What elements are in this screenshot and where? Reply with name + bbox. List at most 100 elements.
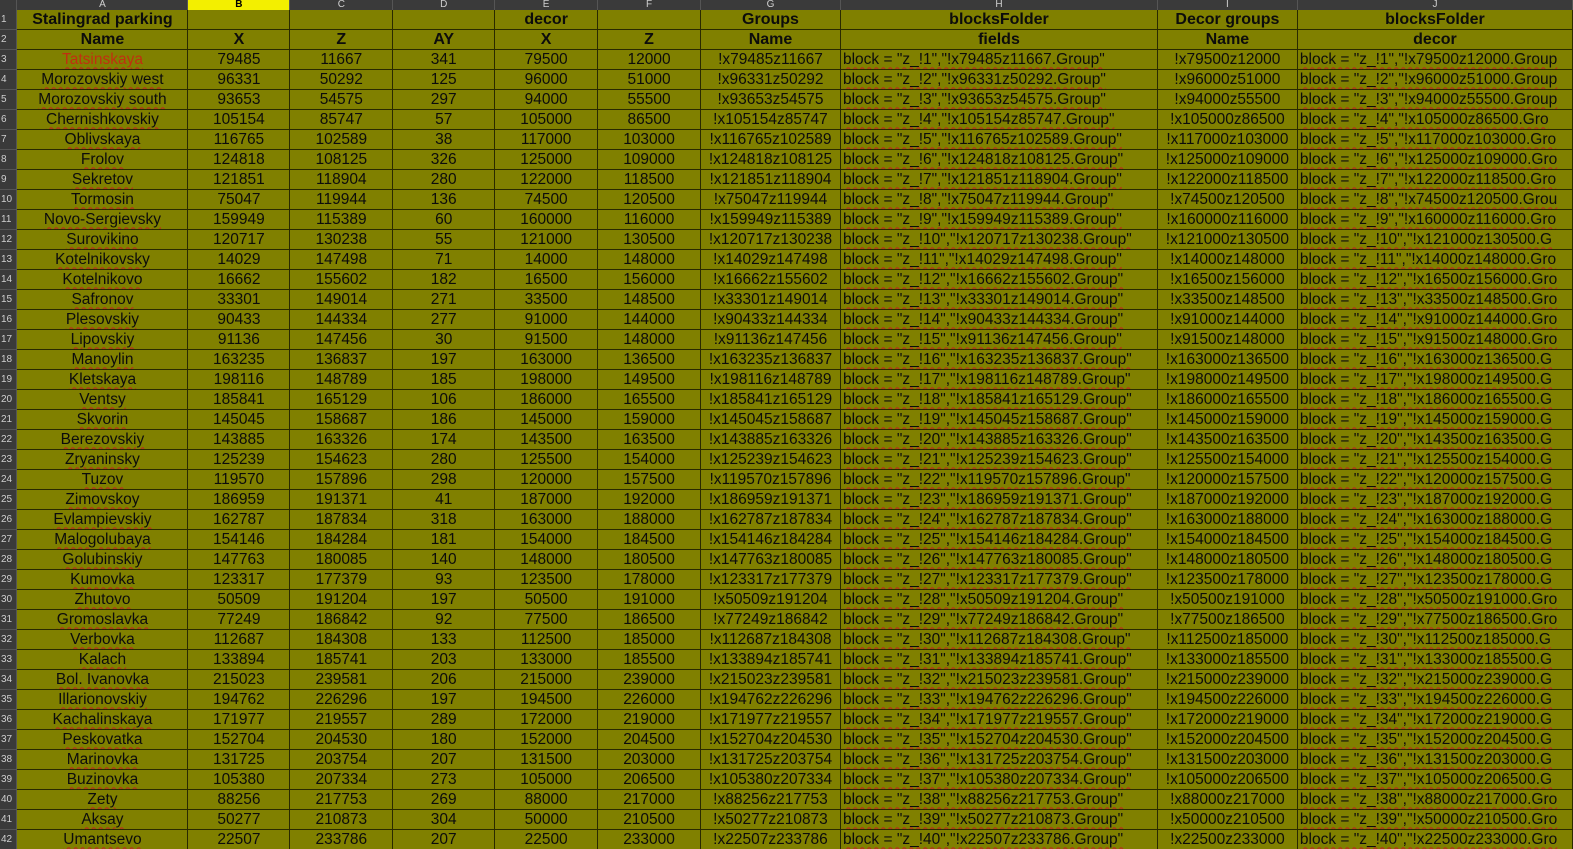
cell-d[interactable]: 341 bbox=[392, 49, 496, 71]
cell-e[interactable]: 172000 bbox=[494, 709, 599, 731]
cell-h[interactable]: block = "z_!8","!x75047z119944.Group" bbox=[840, 189, 1158, 211]
header-cell[interactable]: Name bbox=[700, 29, 841, 51]
cell-e[interactable]: 79500 bbox=[494, 49, 599, 71]
cell-i[interactable]: !x88000z217000 bbox=[1157, 789, 1298, 811]
cell-b[interactable]: 77249 bbox=[187, 609, 291, 631]
cell-g[interactable]: !x171977z219557 bbox=[700, 709, 841, 731]
cell-i[interactable]: !x50500z191000 bbox=[1157, 589, 1298, 611]
cell-b[interactable]: 198116 bbox=[187, 369, 291, 391]
cell-f[interactable]: 12000 bbox=[597, 49, 702, 71]
cell-h[interactable]: block = "z_!32","!x215023z239581.Group" bbox=[840, 669, 1158, 691]
column-header-h[interactable]: H bbox=[840, 0, 1158, 10]
cell-e[interactable]: 120000 bbox=[494, 469, 599, 491]
cell-i[interactable]: !x122000z118500 bbox=[1157, 169, 1298, 191]
cell-c[interactable]: 210873 bbox=[289, 809, 394, 831]
cell-j[interactable]: block = "z_!3","!x94000z55500.Group bbox=[1297, 89, 1573, 111]
cell-b[interactable]: 79485 bbox=[187, 49, 291, 71]
cell-a[interactable]: Tormosin bbox=[16, 189, 189, 211]
cell-h[interactable]: block = "z_!7","!x121851z118904.Group" bbox=[840, 169, 1158, 191]
cell-d[interactable]: 318 bbox=[392, 509, 496, 531]
cell-d[interactable]: 203 bbox=[392, 649, 496, 671]
cell-c[interactable]: 184308 bbox=[289, 629, 394, 651]
cell-b[interactable]: 162787 bbox=[187, 509, 291, 531]
cell-g[interactable]: !x91136z147456 bbox=[700, 329, 841, 351]
cell-e[interactable]: 117000 bbox=[494, 129, 599, 151]
cell-i[interactable]: !x121000z130500 bbox=[1157, 229, 1298, 251]
cell-f[interactable]: 51000 bbox=[597, 69, 702, 91]
cell-a[interactable]: Berezovskiy bbox=[16, 429, 189, 451]
cell-e[interactable]: 163000 bbox=[494, 349, 599, 371]
cell-c[interactable]: 180085 bbox=[289, 549, 394, 571]
cell-j[interactable]: block = "z_!13","!x33500z148500.Gro bbox=[1297, 289, 1573, 311]
cell-b[interactable]: 215023 bbox=[187, 669, 291, 691]
cell-a[interactable]: Verbovka bbox=[16, 629, 189, 651]
cell-g[interactable]: !x123317z177379 bbox=[700, 569, 841, 591]
cell-i[interactable]: !x163000z136500 bbox=[1157, 349, 1298, 371]
cell-h[interactable]: block = "z_!33","!x194762z226296.Group" bbox=[840, 689, 1158, 711]
cell-g[interactable]: !x112687z184308 bbox=[700, 629, 841, 651]
cell-g[interactable]: !x116765z102589 bbox=[700, 129, 841, 151]
header-cell[interactable]: AY bbox=[392, 29, 496, 51]
cell-b[interactable]: 75047 bbox=[187, 189, 291, 211]
cell-d[interactable]: 38 bbox=[392, 129, 496, 151]
row-header[interactable]: 42 bbox=[0, 829, 18, 849]
cell-j[interactable]: block = "z_!12","!x16500z156000.Gro bbox=[1297, 269, 1573, 291]
cell-c[interactable]: 154623 bbox=[289, 449, 394, 471]
cell-g[interactable]: !x90433z144334 bbox=[700, 309, 841, 331]
cell-i[interactable]: !x133000z185500 bbox=[1157, 649, 1298, 671]
cell-b[interactable]: 96331 bbox=[187, 69, 291, 91]
cell-g[interactable]: !x185841z165129 bbox=[700, 389, 841, 411]
row-header[interactable]: 23 bbox=[0, 449, 18, 471]
cell-g[interactable]: !x88256z217753 bbox=[700, 789, 841, 811]
cell-a[interactable]: Bol. Ivanovka bbox=[16, 669, 189, 691]
cell-g[interactable]: !x119570z157896 bbox=[700, 469, 841, 491]
cell-d[interactable]: 304 bbox=[392, 809, 496, 831]
cell-b[interactable]: 93653 bbox=[187, 89, 291, 111]
column-header-j[interactable]: J bbox=[1297, 0, 1573, 10]
cell-i[interactable]: !x105000z206500 bbox=[1157, 769, 1298, 791]
cell-c[interactable]: 217753 bbox=[289, 789, 394, 811]
cell-h[interactable]: block = "z_!37","!x105380z207334.Group" bbox=[840, 769, 1158, 791]
cell-j[interactable]: block = "z_!7","!x122000z118500.Gro bbox=[1297, 169, 1573, 191]
cell-g[interactable]: !x22507z233786 bbox=[700, 829, 841, 849]
row-header[interactable]: 13 bbox=[0, 249, 18, 271]
cell-g[interactable]: !x105154z85747 bbox=[700, 109, 841, 131]
cell-b[interactable]: 171977 bbox=[187, 709, 291, 731]
cell-i[interactable]: !x187000z192000 bbox=[1157, 489, 1298, 511]
cell-b[interactable]: 133894 bbox=[187, 649, 291, 671]
cell-c[interactable]: 144334 bbox=[289, 309, 394, 331]
cell-a[interactable]: Frolov bbox=[16, 149, 189, 171]
cell-e[interactable]: 186000 bbox=[494, 389, 599, 411]
row-header[interactable]: 34 bbox=[0, 669, 18, 691]
cell-e[interactable]: 121000 bbox=[494, 229, 599, 251]
cell-i[interactable]: !x131500z203000 bbox=[1157, 749, 1298, 771]
cell-a[interactable]: Morozovskiy south bbox=[16, 89, 189, 111]
cell-f[interactable]: 130500 bbox=[597, 229, 702, 251]
cell-b[interactable]: 125239 bbox=[187, 449, 291, 471]
cell-a[interactable]: Manoylin bbox=[16, 349, 189, 371]
cell-e[interactable]: 14000 bbox=[494, 249, 599, 271]
cell-e[interactable]: 94000 bbox=[494, 89, 599, 111]
column-header-e[interactable]: E bbox=[494, 0, 599, 10]
cell-j[interactable]: block = "z_!23","!x187000z192000.G bbox=[1297, 489, 1573, 511]
cell-c[interactable]: 157896 bbox=[289, 469, 394, 491]
cell-h[interactable]: block = "z_!17","!x198116z148789.Group" bbox=[840, 369, 1158, 391]
cell-a[interactable]: Kumovka bbox=[16, 569, 189, 591]
cell-g[interactable]: !x77249z186842 bbox=[700, 609, 841, 631]
cell-f[interactable]: 118500 bbox=[597, 169, 702, 191]
cell-h[interactable]: block = "z_!29","!x77249z186842.Group" bbox=[840, 609, 1158, 631]
cell-d[interactable]: 180 bbox=[392, 729, 496, 751]
cell-a[interactable]: Kalach bbox=[16, 649, 189, 671]
cell-c[interactable]: 158687 bbox=[289, 409, 394, 431]
cell-i[interactable]: !x91500z148000 bbox=[1157, 329, 1298, 351]
cell-b[interactable]: 105380 bbox=[187, 769, 291, 791]
cell-f[interactable]: 184500 bbox=[597, 529, 702, 551]
cell-g[interactable]: !x145045z158687 bbox=[700, 409, 841, 431]
cell-c[interactable]: 165129 bbox=[289, 389, 394, 411]
cell-c[interactable]: 187834 bbox=[289, 509, 394, 531]
cell-c[interactable]: 191371 bbox=[289, 489, 394, 511]
cell-i[interactable]: !x112500z185000 bbox=[1157, 629, 1298, 651]
cell-g[interactable]: !x14029z147498 bbox=[700, 249, 841, 271]
cell-a[interactable]: Golubinskiy bbox=[16, 549, 189, 571]
cell-d[interactable]: 186 bbox=[392, 409, 496, 431]
